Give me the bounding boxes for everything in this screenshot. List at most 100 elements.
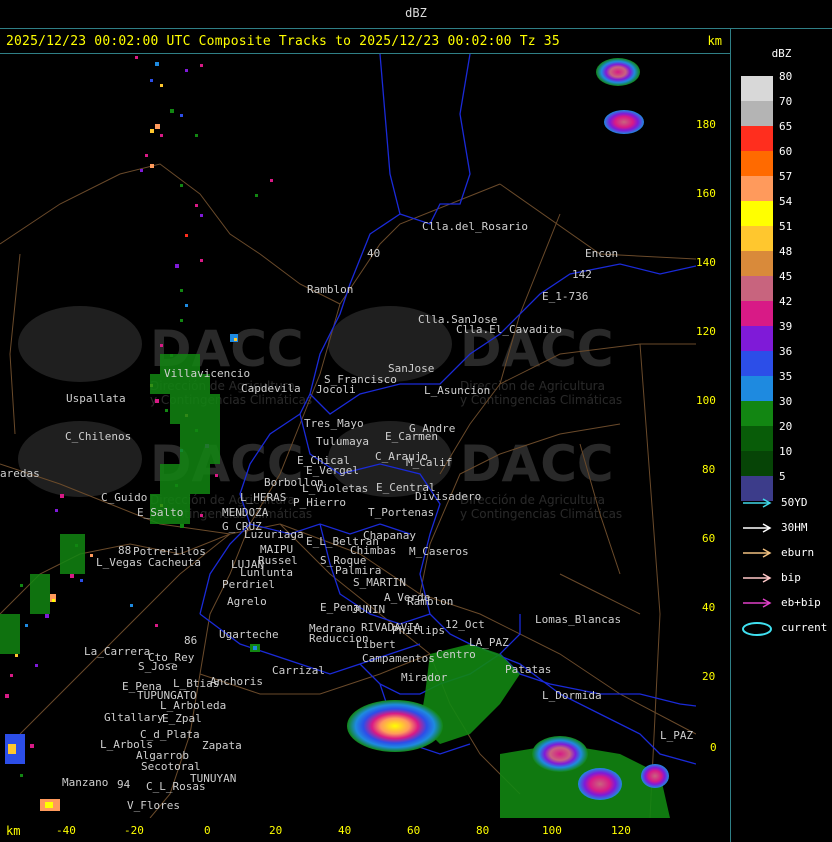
current-ellipse-icon: [742, 622, 772, 636]
svg-text:MENDOZA: MENDOZA: [222, 506, 269, 519]
svg-text:aredas: aredas: [0, 467, 40, 480]
svg-text:94: 94: [117, 778, 131, 791]
y-tick: 140: [696, 256, 716, 269]
x-tick: 100: [542, 824, 562, 837]
svg-text:Cacheuta: Cacheuta: [148, 556, 201, 569]
legend-swatch: [741, 301, 773, 326]
arrow-icon: [743, 573, 772, 583]
svg-text:E_Zpal: E_Zpal: [162, 712, 202, 725]
svg-text:V_Flores: V_Flores: [127, 799, 180, 812]
legend-level-label: 80: [779, 70, 793, 83]
svg-text:Encon: Encon: [585, 247, 618, 260]
top-bar: dBZ: [0, 0, 832, 29]
track-label: eburn: [781, 546, 815, 559]
watermark-line1: Dirección de Agricultura: [460, 493, 605, 507]
legend-level-label: 5: [779, 470, 786, 483]
svg-text:Zapata: Zapata: [202, 739, 242, 752]
legend-level-label: 70: [779, 95, 793, 108]
svg-text:40: 40: [367, 247, 380, 260]
svg-text:E_Carmen: E_Carmen: [385, 430, 438, 443]
svg-text:C_Guido: C_Guido: [101, 491, 147, 504]
svg-text:S_MARTIN: S_MARTIN: [353, 576, 406, 589]
legend-level-label: 42: [779, 295, 793, 308]
svg-text:Lomas_Blancas: Lomas_Blancas: [535, 613, 621, 626]
svg-text:SanJose: SanJose: [388, 362, 434, 375]
legend-swatch: [741, 226, 773, 251]
legend-swatch: [741, 401, 773, 426]
svg-text:Divisadero: Divisadero: [415, 490, 481, 503]
svg-text:C_L_Rosas: C_L_Rosas: [146, 780, 206, 793]
y-tick: 60: [702, 532, 715, 545]
watermark-line2: y Contingencias Climáticas: [460, 507, 622, 521]
legend-level-label: 57: [779, 170, 793, 183]
track-legend-item: 30HM: [741, 520, 831, 536]
x-tick: 120: [611, 824, 631, 837]
svg-text:L_Dormida: L_Dormida: [542, 689, 602, 702]
legend-level-label: 10: [779, 445, 793, 458]
svg-text:Centro: Centro: [436, 648, 476, 661]
svg-text:JUNIN: JUNIN: [352, 603, 385, 616]
svg-text:Carrizal: Carrizal: [272, 664, 325, 677]
legend-level-label: 36: [779, 345, 793, 358]
track-legend-item: eb+bip: [741, 595, 831, 611]
svg-text:S_Jose: S_Jose: [138, 660, 178, 673]
svg-text:Capdevila: Capdevila: [241, 382, 301, 395]
legend-swatch: [741, 276, 773, 301]
svg-text:Phillips: Phillips: [392, 624, 445, 637]
track-label: eb+bip: [781, 596, 821, 609]
track-label: 30HM: [781, 521, 808, 534]
arrow-icon: [743, 523, 772, 533]
y-tick: 100: [696, 394, 716, 407]
track-label: bip: [781, 571, 801, 584]
legend-level-label: 51: [779, 220, 793, 233]
legend-level-label: 20: [779, 420, 793, 433]
legend-swatch: [741, 376, 773, 401]
svg-text:Clla.El_Cavadito: Clla.El_Cavadito: [456, 323, 562, 336]
legend-swatch: [741, 76, 773, 101]
km-label-top: km: [707, 34, 722, 48]
svg-text:L_Arboleda: L_Arboleda: [160, 699, 226, 712]
legend-swatch: [741, 251, 773, 276]
legend-level-label: 30: [779, 395, 793, 408]
current-label: current: [781, 621, 828, 634]
track-legend-item: eburn: [741, 545, 831, 561]
svg-text:Libert: Libert: [356, 638, 396, 651]
svg-text:L_PAZ: L_PAZ: [660, 729, 693, 742]
legend-level-label: 48: [779, 245, 793, 258]
legend-swatch: [741, 151, 773, 176]
radar-map[interactable]: DACC DACC DACC DACC Dirección de Agricul…: [0, 54, 696, 818]
x-axis: km -40 -20 0 20 40 60 80 100 120: [0, 818, 730, 842]
legend-swatch: [741, 101, 773, 126]
svg-text:Manzano: Manzano: [62, 776, 108, 789]
y-tick: 20: [702, 670, 715, 683]
page-title: 2025/12/23 00:02:00 UTC Composite Tracks…: [6, 34, 560, 49]
x-tick: 80: [476, 824, 489, 837]
svg-text:T_Portenas: T_Portenas: [368, 506, 434, 519]
svg-text:Clla.del_Rosario: Clla.del_Rosario: [422, 220, 528, 233]
y-tick: 180: [696, 118, 716, 131]
y-tick: 120: [696, 325, 716, 338]
svg-text:La_Carrera: La_Carrera: [84, 645, 150, 658]
x-tick: 20: [269, 824, 282, 837]
legend-swatch: [741, 451, 773, 476]
legend-swatch: [741, 176, 773, 201]
legend-unit: dBZ: [771, 47, 792, 60]
svg-text:L_Asuncion: L_Asuncion: [424, 384, 490, 397]
legend-level-label: 39: [779, 320, 793, 333]
svg-text:Luzuriaga: Luzuriaga: [244, 528, 304, 541]
arrow-icon: [743, 548, 772, 558]
svg-text:Perdriel: Perdriel: [222, 578, 275, 591]
svg-text:Gltallary: Gltallary: [104, 711, 164, 724]
svg-text:Tulumaya: Tulumaya: [316, 435, 369, 448]
x-tick: 0: [204, 824, 211, 837]
svg-text:M_Calif: M_Calif: [406, 456, 452, 469]
svg-text:86: 86: [184, 634, 197, 647]
arrow-icon: [743, 598, 772, 608]
svg-text:C_Chilenos: C_Chilenos: [65, 430, 131, 443]
track-legend-item: bip: [741, 570, 831, 586]
legend-swatch: [741, 126, 773, 151]
svg-text:L_Vegas: L_Vegas: [96, 556, 142, 569]
arrow-icon: [743, 498, 772, 508]
legend-swatch: [741, 326, 773, 351]
legend-level-label: 54: [779, 195, 793, 208]
